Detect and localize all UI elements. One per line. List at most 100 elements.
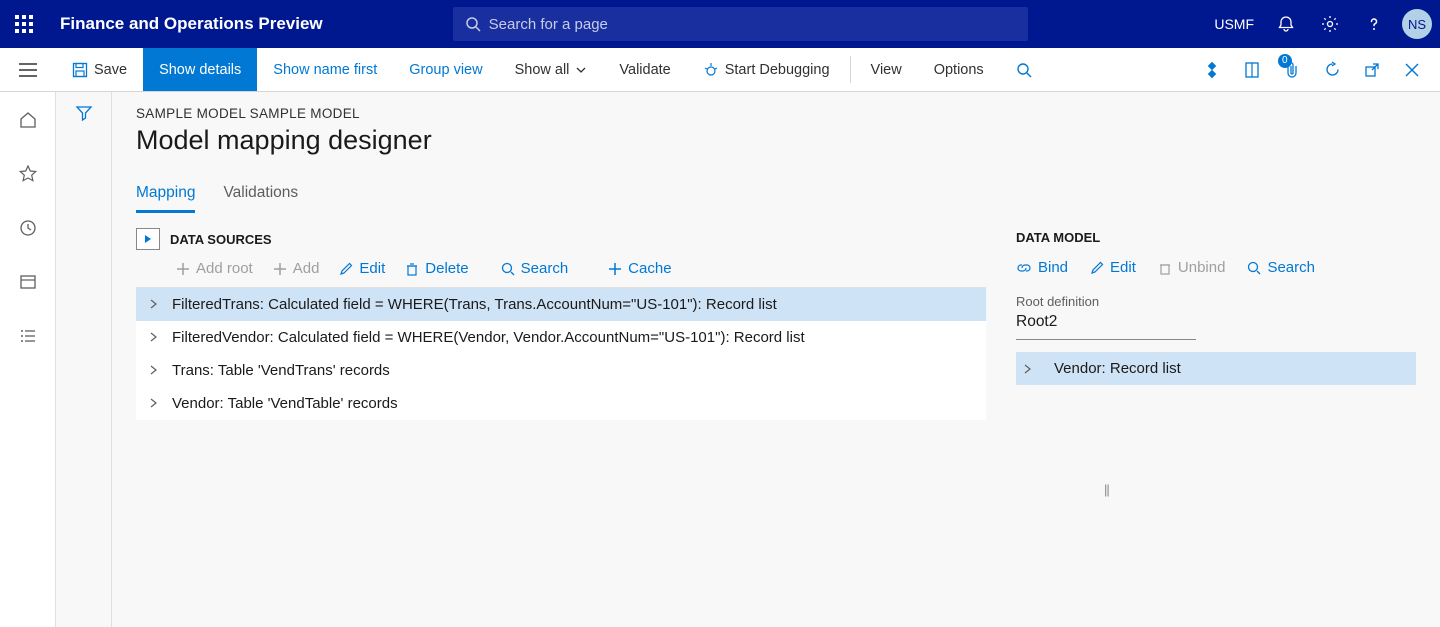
waffle-icon (15, 15, 33, 33)
workspace-icon (19, 273, 37, 291)
root-definition-value[interactable]: Root2 (1016, 309, 1196, 340)
company-code[interactable]: USMF (1214, 16, 1254, 32)
view-menu[interactable]: View (855, 48, 918, 91)
hamburger-icon (19, 63, 37, 77)
tree-caret[interactable] (144, 332, 164, 342)
filter-column (56, 92, 112, 627)
tree-row[interactable]: Vendor: Table 'VendTable' records (136, 387, 986, 420)
nav-toggle-button[interactable] (0, 48, 56, 91)
global-search-input[interactable] (489, 16, 1016, 33)
main: SAMPLE MODEL SAMPLE MODEL Model mapping … (0, 92, 1440, 627)
brand-title: Finance and Operations Preview (60, 14, 323, 34)
tabs: Mapping Validations (136, 180, 1416, 214)
home-icon (19, 111, 37, 129)
bind-button[interactable]: Bind (1016, 259, 1068, 276)
splitter-handle[interactable]: || (1104, 482, 1109, 497)
refresh-icon (1324, 61, 1341, 78)
open-office-button[interactable] (1232, 48, 1272, 92)
office-icon (1244, 61, 1260, 79)
refresh-button[interactable] (1312, 48, 1352, 92)
dm-edit-button[interactable]: Edit (1090, 259, 1136, 276)
root-definition-label: Root definition (1016, 294, 1416, 309)
datamodel-toolbar: Bind Edit Unbind Search (1016, 259, 1416, 276)
group-view-button[interactable]: Group view (393, 48, 498, 91)
tree-caret[interactable] (144, 365, 164, 375)
edit-button[interactable]: Edit (339, 260, 385, 277)
datasources-toggle[interactable] (136, 228, 160, 250)
tree-row-label: Trans: Table 'VendTrans' records (172, 362, 390, 379)
plus-icon (176, 262, 190, 276)
diamond-icon (1204, 62, 1220, 78)
sidebar-favorites[interactable] (12, 158, 44, 190)
delete-button[interactable]: Delete (405, 260, 468, 277)
sidebar-recent[interactable] (12, 212, 44, 244)
popout-button[interactable] (1352, 48, 1392, 92)
show-all-dropdown[interactable]: Show all (499, 48, 604, 91)
content: SAMPLE MODEL SAMPLE MODEL Model mapping … (112, 92, 1440, 627)
save-button[interactable]: Save (56, 48, 143, 91)
datamodel-tree: Vendor: Record list (1016, 352, 1416, 385)
options-menu[interactable]: Options (918, 48, 1000, 91)
popout-icon (1364, 62, 1380, 78)
user-avatar[interactable]: NS (1402, 9, 1432, 39)
sidebar-workspaces[interactable] (12, 266, 44, 298)
global-search[interactable] (453, 7, 1028, 41)
unbind-button[interactable]: Unbind (1158, 259, 1226, 276)
settings-button[interactable] (1310, 0, 1350, 48)
gear-icon (1321, 15, 1339, 33)
link-icon (1016, 262, 1032, 274)
datamodel-heading: DATA MODEL (1016, 230, 1416, 245)
page-search-button[interactable] (1000, 48, 1048, 91)
topbar: Finance and Operations Preview USMF NS (0, 0, 1440, 48)
tree-caret[interactable] (1024, 364, 1032, 374)
chevron-right-icon (150, 398, 158, 408)
show-name-first-button[interactable]: Show name first (257, 48, 393, 91)
breadcrumb: SAMPLE MODEL SAMPLE MODEL (136, 106, 1416, 121)
tree-row-label: FilteredVendor: Calculated field = WHERE… (172, 329, 805, 346)
personalize-button[interactable] (1192, 48, 1232, 92)
pencil-icon (339, 262, 353, 276)
datamodel-panel: DATA MODEL Bind Edit Unbind (986, 228, 1416, 420)
tab-validations[interactable]: Validations (223, 180, 298, 213)
list-icon (19, 327, 37, 345)
tree-row[interactable]: Trans: Table 'VendTrans' records (136, 354, 986, 387)
dm-search-button[interactable]: Search (1247, 259, 1315, 276)
help-button[interactable] (1354, 0, 1394, 48)
tree-caret[interactable] (144, 398, 164, 408)
user-initials: NS (1408, 17, 1426, 32)
show-details-button[interactable]: Show details (143, 48, 257, 91)
datasources-toolbar: Add root Add Edit Delete (136, 260, 986, 277)
attachment-badge: 0 (1278, 54, 1292, 68)
filter-button[interactable] (75, 104, 93, 627)
tree-row[interactable]: FilteredVendor: Calculated field = WHERE… (136, 321, 986, 354)
start-debugging-button[interactable]: Start Debugging (687, 48, 846, 91)
notifications-button[interactable] (1266, 0, 1306, 48)
actionbar: Save Show details Show name first Group … (0, 48, 1440, 92)
tab-mapping[interactable]: Mapping (136, 180, 195, 213)
add-root-button[interactable]: Add root (176, 260, 253, 277)
save-label: Save (94, 62, 127, 78)
search-button[interactable]: Search (501, 260, 569, 277)
bell-icon (1277, 15, 1295, 33)
attachments-button[interactable]: 0 (1272, 48, 1312, 92)
page-title: Model mapping designer (136, 125, 1416, 156)
close-button[interactable] (1392, 48, 1432, 92)
datasources-panel: DATA SOURCES Add root Add Edit (136, 228, 986, 420)
tree-row[interactable]: Vendor: Record list (1016, 352, 1416, 385)
sidebar-home[interactable] (12, 104, 44, 136)
validate-button[interactable]: Validate (603, 48, 686, 91)
search-icon (1016, 62, 1032, 78)
plus-icon (608, 262, 622, 276)
cache-button[interactable]: Cache (608, 260, 671, 277)
search-icon (465, 16, 481, 32)
sidebar (0, 92, 56, 627)
app-launcher-button[interactable] (0, 0, 48, 48)
debug-icon (703, 62, 719, 78)
star-icon (19, 165, 37, 183)
sidebar-modules[interactable] (12, 320, 44, 352)
save-icon (72, 62, 88, 78)
tree-row[interactable]: FilteredTrans: Calculated field = WHERE(… (136, 288, 986, 321)
tree-caret[interactable] (144, 299, 164, 309)
tree-row-label: Vendor: Table 'VendTable' records (172, 395, 398, 412)
add-button[interactable]: Add (273, 260, 320, 277)
